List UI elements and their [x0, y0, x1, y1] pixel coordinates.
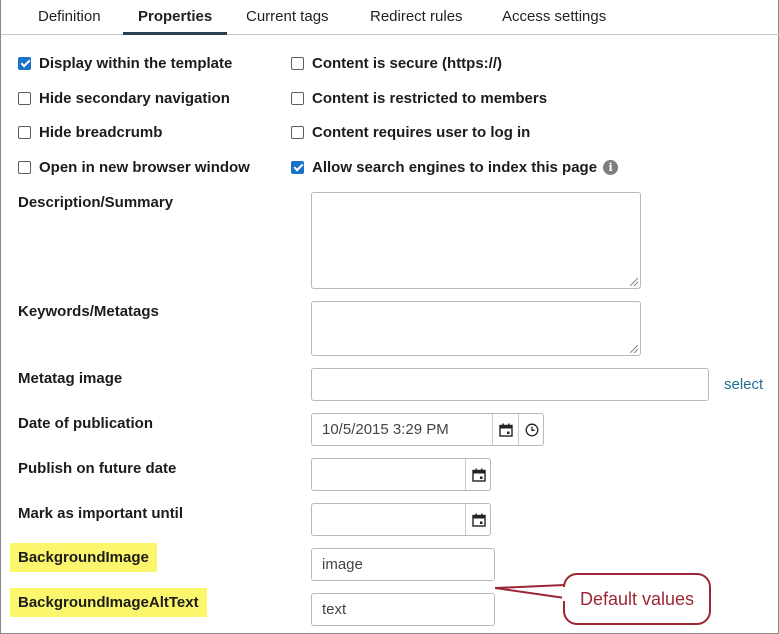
- select-image-link[interactable]: select: [724, 376, 763, 393]
- background-image-alt-text-label: BackgroundImageAltText: [10, 588, 207, 617]
- hide-secondary-navigation-label: Hide secondary navigation: [39, 89, 230, 107]
- calendar-icon: [498, 423, 513, 437]
- calendar-button[interactable]: [465, 459, 491, 490]
- date-of-publication-label: Date of publication: [18, 415, 153, 432]
- tab-bar: Definition Properties Current tags Redir…: [1, 0, 779, 35]
- content-requires-login-label: Content requires user to log in: [312, 123, 531, 141]
- info-icon[interactable]: i: [603, 159, 619, 175]
- callout-joint: [562, 587, 566, 601]
- background-image-value: image: [322, 556, 363, 573]
- resize-handle-icon[interactable]: [630, 345, 638, 353]
- clock-button[interactable]: [518, 414, 544, 445]
- calendar-icon: [471, 513, 486, 527]
- hide-breadcrumb-checkbox[interactable]: [18, 125, 31, 139]
- content-secure-checkbox[interactable]: [291, 56, 304, 70]
- resize-handle-icon[interactable]: [630, 278, 638, 286]
- background-image-label: BackgroundImage: [10, 543, 157, 572]
- hide-secondary-navigation-checkbox[interactable]: [18, 91, 31, 105]
- date-of-publication-value: 10/5/2015 3:29 PM: [322, 421, 449, 438]
- content-secure-label: Content is secure (https://): [312, 54, 503, 72]
- display-within-template-checkbox[interactable]: [18, 56, 31, 70]
- content-restricted-checkbox[interactable]: [291, 91, 304, 105]
- tab-access-settings[interactable]: Access settings: [502, 0, 606, 35]
- allow-search-engines-option[interactable]: Allow search engines to index this page …: [291, 157, 619, 177]
- keywords-textarea[interactable]: [311, 301, 641, 356]
- tab-redirect-rules[interactable]: Redirect rules: [370, 0, 463, 35]
- display-within-template-option[interactable]: Display within the template: [18, 53, 232, 73]
- default-values-callout: Default values: [563, 573, 711, 625]
- hide-secondary-navigation-option[interactable]: Hide secondary navigation: [18, 88, 230, 108]
- description-label: Description/Summary: [18, 194, 174, 211]
- mark-as-important-label: Mark as important until: [18, 505, 184, 522]
- display-within-template-label: Display within the template: [39, 54, 233, 72]
- calendar-button[interactable]: [465, 504, 491, 535]
- callout-pointer: [495, 584, 566, 599]
- tab-current-tags[interactable]: Current tags: [246, 0, 329, 35]
- mark-as-important-input[interactable]: [311, 503, 491, 536]
- hide-breadcrumb-option[interactable]: Hide breadcrumb: [18, 122, 162, 142]
- content-secure-option[interactable]: Content is secure (https://): [291, 53, 502, 73]
- calendar-icon: [471, 468, 486, 482]
- content-requires-login-checkbox[interactable]: [291, 125, 304, 139]
- clock-icon: [525, 423, 538, 436]
- metatag-image-label: Metatag image: [18, 370, 123, 387]
- allow-search-engines-checkbox[interactable]: [291, 160, 304, 174]
- allow-search-engines-label: Allow search engines to index this page: [312, 158, 598, 176]
- content-restricted-option[interactable]: Content is restricted to members: [291, 88, 547, 108]
- content-requires-login-option[interactable]: Content requires user to log in: [291, 122, 530, 142]
- publish-on-future-date-label: Publish on future date: [18, 460, 177, 477]
- background-image-input[interactable]: image: [311, 548, 495, 581]
- properties-panel: Definition Properties Current tags Redir…: [0, 0, 779, 634]
- keywords-label: Keywords/Metatags: [18, 303, 159, 320]
- open-in-new-window-option[interactable]: Open in new browser window: [18, 157, 250, 177]
- metatag-image-input[interactable]: [311, 368, 709, 401]
- open-in-new-window-label: Open in new browser window: [39, 158, 250, 176]
- tab-properties[interactable]: Properties: [123, 0, 228, 35]
- open-in-new-window-checkbox[interactable]: [18, 160, 31, 174]
- description-textarea[interactable]: [311, 192, 641, 289]
- hide-breadcrumb-label: Hide breadcrumb: [39, 123, 163, 141]
- date-of-publication-input[interactable]: 10/5/2015 3:29 PM: [311, 413, 544, 446]
- calendar-button[interactable]: [492, 414, 518, 445]
- publish-on-future-date-input[interactable]: [311, 458, 491, 491]
- background-image-alt-text-value: text: [322, 601, 347, 618]
- background-image-alt-text-input[interactable]: text: [311, 593, 495, 626]
- tab-definition[interactable]: Definition: [38, 0, 101, 35]
- callout-text: Default values: [579, 588, 695, 609]
- content-restricted-label: Content is restricted to members: [312, 89, 548, 107]
